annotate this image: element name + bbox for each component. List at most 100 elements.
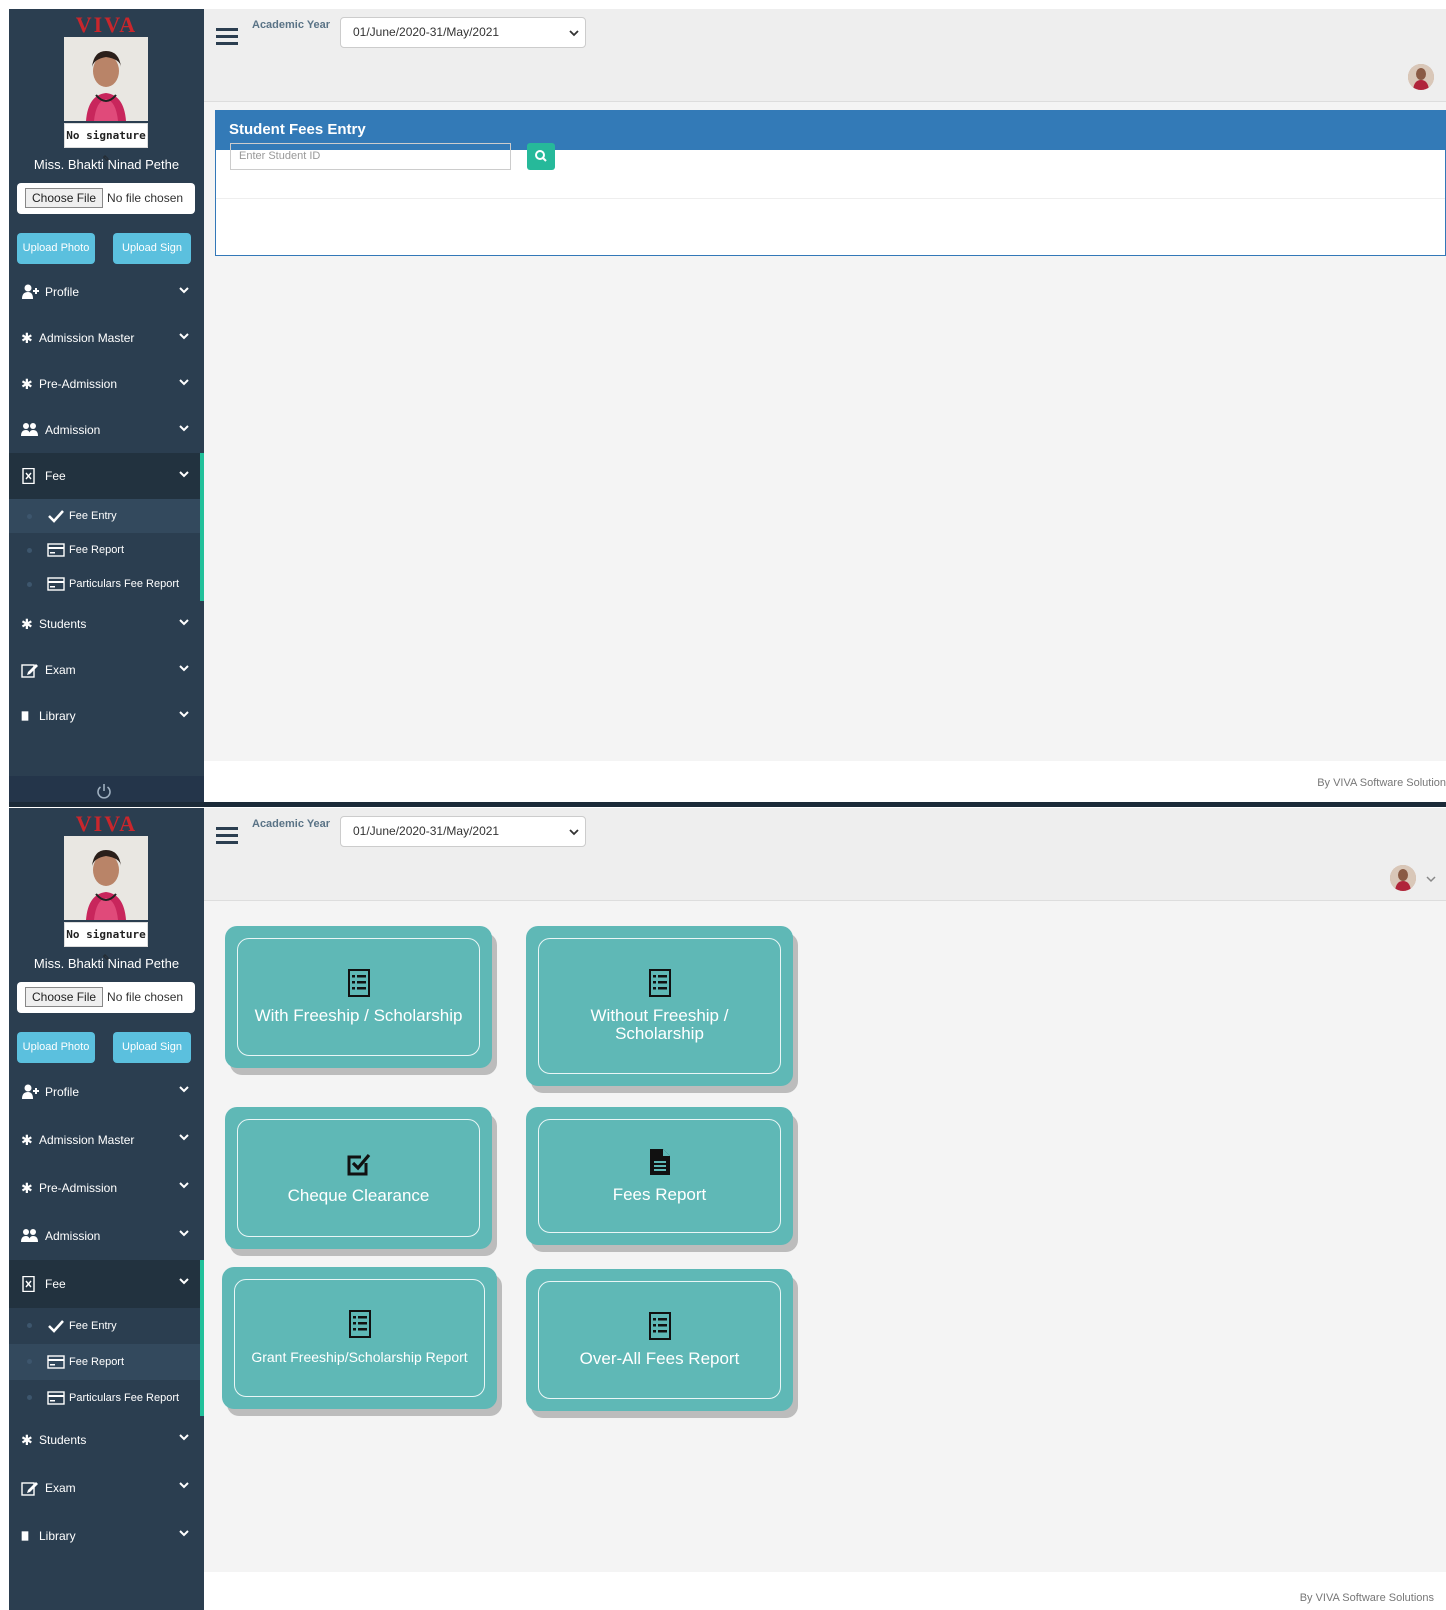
- sidebar-item-fee[interactable]: Fee: [9, 1260, 204, 1308]
- list-icon: [348, 1310, 371, 1338]
- footer-credit: By VIVA Software Solutions: [1299, 1592, 1434, 1604]
- sidebar-item-admission-master[interactable]: ✱ Admission Master: [9, 1116, 204, 1164]
- tile-label: Over-All Fees Report: [579, 1349, 740, 1368]
- student-id-input[interactable]: Enter Student ID: [230, 143, 511, 170]
- sidebar-item-admission[interactable]: Admission: [9, 1212, 204, 1260]
- chevron-down-icon: [179, 379, 189, 386]
- upload-photo-button[interactable]: Upload Photo: [17, 233, 95, 264]
- brand-logo: VIVA: [75, 811, 138, 836]
- tile-body: Cheque Clearance: [237, 1119, 480, 1237]
- tile-overall-fees-report[interactable]: Over-All Fees Report: [526, 1269, 793, 1411]
- sidebar-subitem-particulars-fee-report[interactable]: Particulars Fee Report: [9, 567, 204, 601]
- card-icon: [47, 1391, 65, 1405]
- sidebar-item-label: Exam: [45, 1481, 76, 1495]
- upload-sign-button[interactable]: Upload Sign: [113, 233, 191, 264]
- chevron-down-icon: [179, 711, 189, 718]
- academic-year-select[interactable]: 01/June/2020-31/May/2021: [340, 17, 586, 48]
- upload-sign-button[interactable]: Upload Sign: [113, 1032, 191, 1063]
- tile-body: Grant Freeship/Scholarship Report: [234, 1279, 485, 1397]
- sidebar-item-profile[interactable]: Profile: [9, 269, 204, 315]
- choose-file-button[interactable]: Choose File: [25, 188, 104, 208]
- academic-year-value: 01/June/2020-31/May/2021: [353, 25, 500, 39]
- chevron-down-icon: [179, 619, 189, 626]
- avatar: [64, 836, 148, 920]
- check-square-icon: [347, 1153, 370, 1176]
- tile-label: Fees Report: [612, 1185, 707, 1204]
- sidebar-item-pre-admission[interactable]: ✱ Pre-Admission: [9, 1164, 204, 1212]
- footer: By VIVA Software Solutions: [204, 1572, 1446, 1610]
- sidebar-subitem-label: Fee Report: [69, 544, 125, 556]
- asterisk-icon: ✱: [21, 1132, 33, 1148]
- academic-year-select[interactable]: 01/June/2020-31/May/2021: [340, 816, 586, 847]
- book-icon: [21, 1531, 29, 1541]
- add-user-icon: [22, 284, 39, 299]
- sidebar-item-label: Library: [39, 709, 76, 723]
- footer: By VIVA Software Solution: [204, 761, 1446, 806]
- avatar: [64, 37, 148, 121]
- sidebar-subitem-label: Particulars Fee Report: [69, 578, 180, 590]
- user-avatar[interactable]: [1390, 865, 1416, 891]
- chevron-down-icon: [179, 287, 189, 294]
- signature-box[interactable]: No signature ✎: [64, 123, 148, 165]
- chevron-down-icon: [179, 471, 189, 478]
- document-icon: [22, 1276, 35, 1292]
- bullet-dot: [27, 514, 32, 519]
- edit-icon: [21, 1482, 38, 1496]
- sidebar-item-label: Fee: [45, 469, 66, 483]
- student-fees-entry-panel: Student Fees Entry Enter Student ID: [215, 110, 1446, 256]
- top-navbar: Academic Year 01/June/2020-31/May/2021: [204, 9, 1446, 102]
- sidebar-item-fee[interactable]: Fee: [9, 453, 204, 499]
- footer-credit: By VIVA Software Solution: [1317, 777, 1446, 789]
- user-avatar[interactable]: [1408, 64, 1434, 90]
- sidebar-item-pre-admission[interactable]: ✱ Pre-Admission: [9, 361, 204, 407]
- sidebar-item-label: Admission Master: [39, 1133, 135, 1147]
- sidebar-item-library[interactable]: Library: [9, 693, 204, 739]
- sidebar-subitem-fee-entry[interactable]: Fee Entry: [9, 499, 204, 533]
- chevron-down-icon[interactable]: [1426, 874, 1436, 884]
- sidebar-item-profile[interactable]: Profile: [9, 1068, 204, 1116]
- brand-logo: VIVA: [75, 12, 138, 37]
- choose-file-button[interactable]: Choose File: [25, 987, 104, 1007]
- sidebar-item-students[interactable]: ✱ Students: [9, 601, 204, 647]
- search-icon: [535, 150, 547, 162]
- chevron-down-icon: [179, 1434, 189, 1441]
- sidebar-item-label: Library: [39, 1529, 76, 1543]
- sidebar-subitem-fee-report[interactable]: Fee Report: [9, 1344, 204, 1380]
- tile-grant-freeship-report[interactable]: Grant Freeship/Scholarship Report: [222, 1267, 497, 1409]
- tile-cheque-clearance[interactable]: Cheque Clearance: [225, 1107, 492, 1249]
- tile-with-freeship[interactable]: With Freeship / Scholarship: [225, 926, 492, 1068]
- sidebar-item-label: Admission: [45, 423, 101, 437]
- no-file-label: No file chosen: [107, 191, 184, 205]
- sidebar-item-library[interactable]: Library: [9, 1512, 204, 1560]
- tile-body: Without Freeship / Scholarship: [538, 938, 781, 1074]
- check-icon: [48, 510, 64, 523]
- card-icon: [47, 577, 65, 591]
- tile-fees-report[interactable]: Fees Report: [526, 1107, 793, 1245]
- sidebar-item-admission-master[interactable]: ✱ Admission Master: [9, 315, 204, 361]
- chevron-down-icon: [569, 829, 579, 836]
- chevron-down-icon: [179, 1230, 189, 1237]
- sidebar-subitem-fee-report[interactable]: Fee Report: [9, 533, 204, 567]
- search-button[interactable]: [527, 143, 555, 170]
- sidebar-item-students[interactable]: ✱ Students: [9, 1416, 204, 1464]
- sidebar-item-exam[interactable]: Exam: [9, 1464, 204, 1512]
- sidebar-item-label: Admission: [45, 1229, 101, 1243]
- power-icon[interactable]: [96, 783, 112, 799]
- fee-report-screen: VIVA No signature ✎ Miss. Bhakti Ninad P…: [9, 808, 1446, 1610]
- menu-toggle-icon[interactable]: [216, 826, 238, 844]
- sidebar-subitem-particulars-fee-report[interactable]: Particulars Fee Report: [9, 1380, 204, 1416]
- sidebar-subitem-label: Fee Report: [69, 1356, 125, 1368]
- sidebar-item-label: Students: [39, 617, 87, 631]
- menu-toggle-icon[interactable]: [216, 27, 238, 45]
- file-input[interactable]: Choose File No file chosen: [17, 183, 195, 214]
- upload-photo-button[interactable]: Upload Photo: [17, 1032, 95, 1063]
- user-name: Miss. Bhakti Ninad Pethe: [33, 157, 180, 172]
- sidebar-item-exam[interactable]: Exam: [9, 647, 204, 693]
- asterisk-icon: ✱: [21, 616, 33, 632]
- sidebar-item-admission[interactable]: Admission: [9, 407, 204, 453]
- sidebar-subitem-fee-entry[interactable]: Fee Entry: [9, 1308, 204, 1344]
- signature-box[interactable]: No signature ✎: [64, 922, 148, 964]
- file-input[interactable]: Choose File No file chosen: [17, 982, 195, 1013]
- tile-without-freeship[interactable]: Without Freeship / Scholarship: [526, 926, 793, 1086]
- sidebar-item-label: Fee: [45, 1277, 66, 1291]
